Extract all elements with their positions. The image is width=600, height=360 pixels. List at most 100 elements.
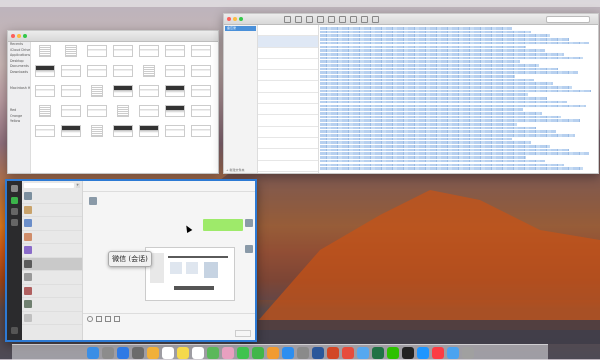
file-item[interactable]: [34, 105, 56, 124]
note-list-item[interactable]: [258, 93, 318, 105]
file-item[interactable]: [190, 45, 212, 64]
file-item[interactable]: [112, 125, 134, 144]
downloads-icon[interactable]: [446, 346, 459, 359]
note-list-item[interactable]: [258, 25, 318, 37]
file-item[interactable]: [112, 65, 134, 84]
calendar-icon[interactable]: [161, 346, 174, 359]
file-item[interactable]: [60, 105, 82, 124]
wechat-search-input[interactable]: [24, 183, 74, 188]
message-input[interactable]: [83, 313, 255, 340]
chat-list-item[interactable]: [22, 190, 82, 204]
minimize-button[interactable]: [233, 17, 237, 21]
notes-window[interactable]: 备忘录 + 新建文件夹: [223, 13, 599, 174]
file-item[interactable]: [34, 45, 56, 64]
file-item[interactable]: [164, 105, 186, 124]
file-item[interactable]: [190, 125, 212, 144]
chat-list-item[interactable]: [22, 312, 82, 325]
file-item[interactable]: [164, 125, 186, 144]
file-item[interactable]: [34, 85, 56, 104]
notes-search-input[interactable]: [546, 16, 590, 23]
chat-list-item[interactable]: [22, 298, 82, 312]
word-icon[interactable]: [311, 346, 324, 359]
send-button[interactable]: [235, 330, 251, 337]
file-item[interactable]: [86, 85, 108, 104]
file-item[interactable]: [34, 65, 56, 84]
chrome-icon[interactable]: [341, 346, 354, 359]
attachment-icon[interactable]: [350, 16, 357, 23]
note-list-item[interactable]: [258, 149, 318, 161]
wechat-icon[interactable]: [386, 346, 399, 359]
reminders-icon[interactable]: [191, 346, 204, 359]
launchpad-icon[interactable]: [101, 346, 114, 359]
notes-icon[interactable]: [176, 346, 189, 359]
finder-icon[interactable]: [86, 346, 99, 359]
chat-list-item[interactable]: [22, 257, 82, 271]
chat-history-icon[interactable]: [114, 316, 120, 322]
outgoing-file-message[interactable]: [203, 219, 243, 231]
note-list-item[interactable]: [258, 127, 318, 138]
share-icon[interactable]: [372, 16, 379, 23]
file-item[interactable]: [86, 105, 108, 124]
contacts-icon[interactable]: [11, 208, 18, 215]
lock-icon[interactable]: [361, 16, 368, 23]
note-body[interactable]: [320, 26, 594, 170]
excel-icon[interactable]: [371, 346, 384, 359]
note-list-item[interactable]: [258, 161, 318, 172]
file-item[interactable]: [190, 85, 212, 104]
checklist-icon[interactable]: [328, 16, 335, 23]
file-item[interactable]: [190, 65, 212, 84]
music-icon[interactable]: [431, 346, 444, 359]
sidebar-toggle-icon[interactable]: [284, 16, 291, 23]
file-item[interactable]: [86, 65, 108, 84]
folder-icon[interactable]: [96, 316, 102, 322]
photos-icon[interactable]: [146, 346, 159, 359]
note-list-item[interactable]: [258, 70, 318, 82]
rocket-icon[interactable]: [131, 346, 144, 359]
minimize-button[interactable]: [17, 34, 21, 38]
file-item[interactable]: [164, 65, 186, 84]
chat-list-item[interactable]: [22, 271, 82, 285]
scissors-icon[interactable]: [105, 316, 111, 322]
trash-icon[interactable]: [461, 346, 474, 359]
note-list-item[interactable]: [258, 81, 318, 93]
file-item[interactable]: [164, 85, 186, 104]
zoom-button[interactable]: [239, 17, 243, 21]
file-item[interactable]: [138, 65, 160, 84]
finder-window[interactable]: Recents iCloud Drive Applications Desktop Do…: [7, 30, 219, 174]
close-button[interactable]: [11, 34, 15, 38]
new-folder-button[interactable]: + 新建文件夹: [226, 168, 244, 172]
messages-icon[interactable]: [236, 346, 249, 359]
note-list-item[interactable]: [258, 59, 318, 71]
facetime-icon[interactable]: [251, 346, 264, 359]
photos2-icon[interactable]: [221, 346, 234, 359]
file-item[interactable]: [138, 45, 160, 64]
chat-icon[interactable]: [11, 197, 18, 204]
file-item[interactable]: [164, 45, 186, 64]
appstore-icon[interactable]: [281, 346, 294, 359]
file-item[interactable]: [34, 125, 56, 144]
chat-list-item[interactable]: [22, 285, 82, 298]
note-list-item[interactable]: [258, 48, 318, 59]
note-list-item[interactable]: [258, 138, 318, 150]
file-item[interactable]: [86, 125, 108, 144]
file-item[interactable]: [138, 105, 160, 124]
chat-list-item[interactable]: [22, 217, 82, 231]
chat-list-item[interactable]: [22, 231, 82, 244]
note-list-item[interactable]: [258, 172, 318, 173]
file-item[interactable]: [86, 45, 108, 64]
terminal-icon[interactable]: [401, 346, 414, 359]
qq-icon[interactable]: [416, 346, 429, 359]
close-button[interactable]: [227, 17, 231, 21]
emoji-icon[interactable]: [87, 316, 93, 322]
chat-list-item[interactable]: [22, 204, 82, 217]
sidebar-item[interactable]: Yellow: [8, 119, 30, 125]
add-chat-button[interactable]: +: [75, 183, 80, 188]
file-item[interactable]: [190, 105, 212, 124]
maps-icon[interactable]: [206, 346, 219, 359]
compose-icon[interactable]: [317, 16, 324, 23]
favorites-icon[interactable]: [11, 219, 18, 226]
file-item[interactable]: [138, 85, 160, 104]
table-icon[interactable]: [339, 16, 346, 23]
books-icon[interactable]: [266, 346, 279, 359]
zoom-button[interactable]: [23, 34, 27, 38]
